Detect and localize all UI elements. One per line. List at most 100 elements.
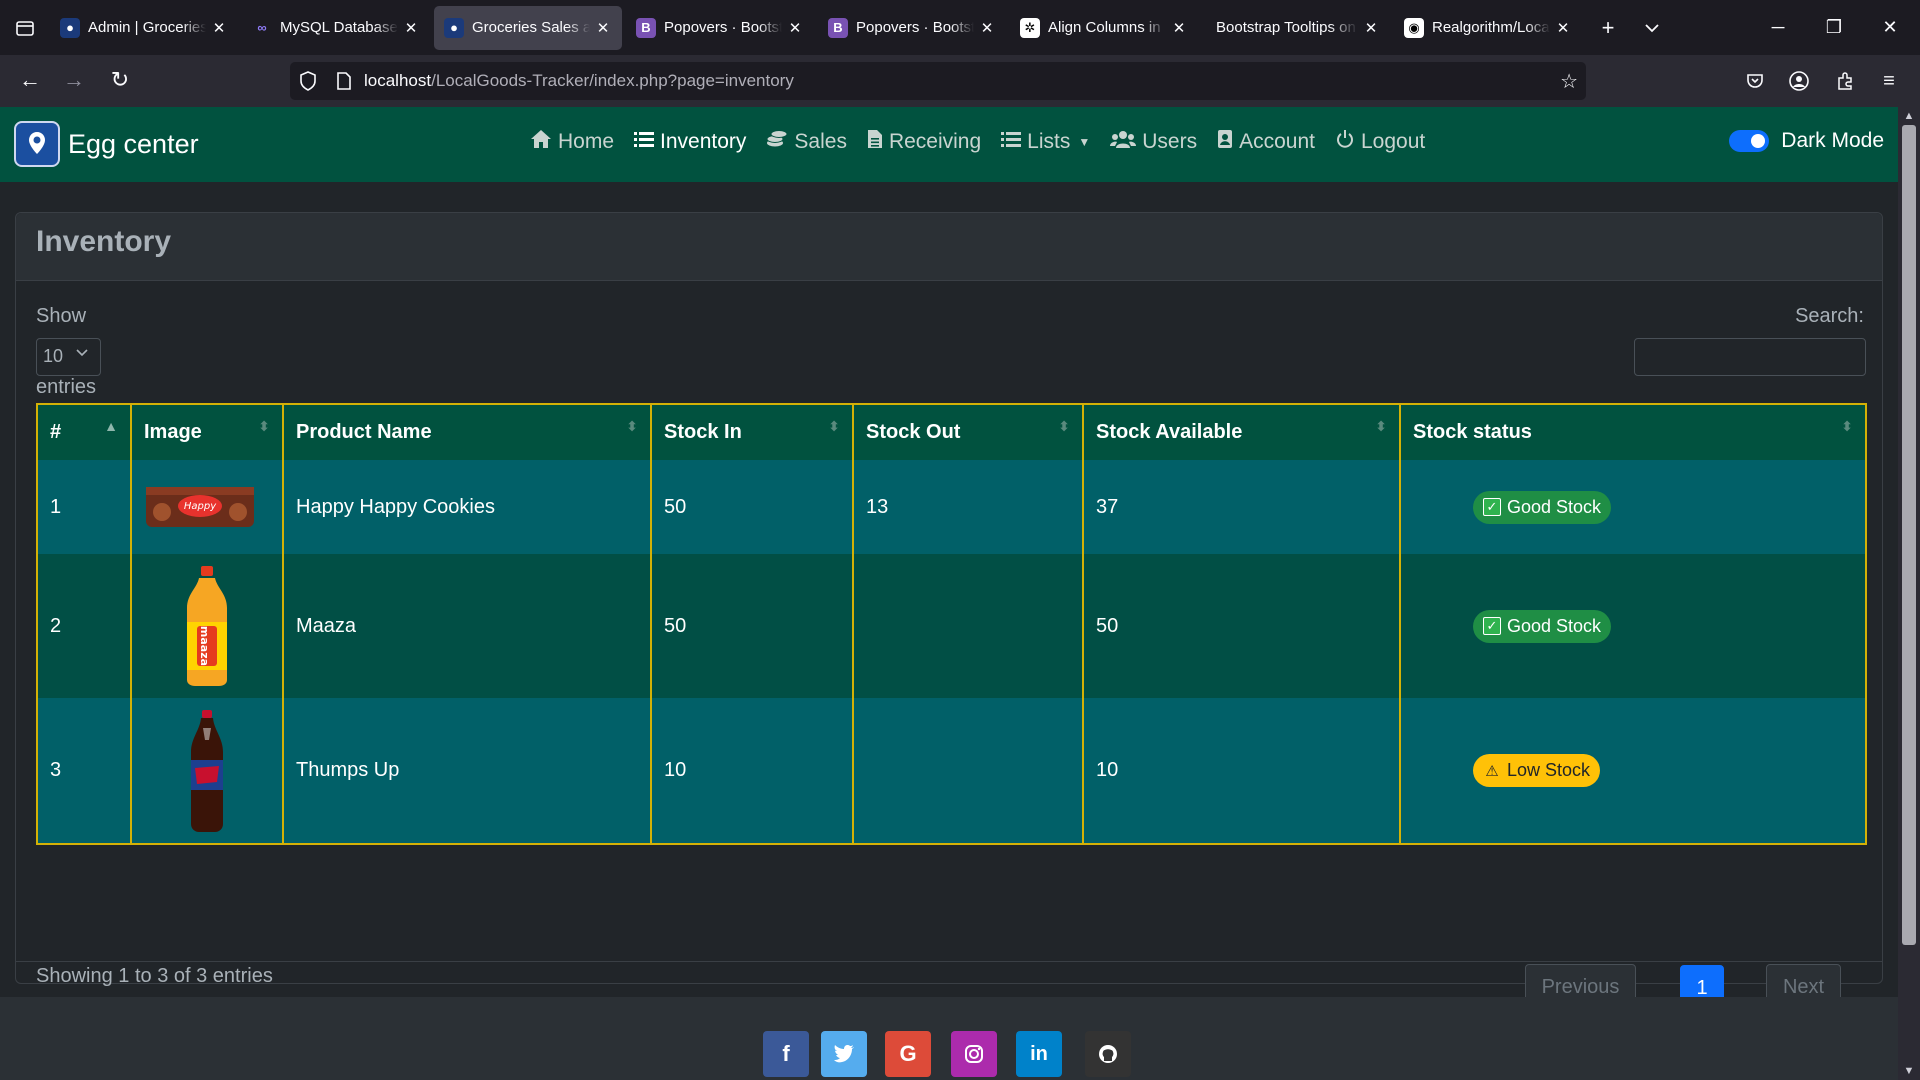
col-header-label: Stock Out	[866, 421, 961, 443]
close-tab-icon[interactable]: ✕	[594, 19, 612, 37]
nav-home-label: Home	[558, 130, 615, 153]
tab-title: Bootstrap Tooltips on	[1216, 19, 1356, 36]
card-footer-divider	[16, 961, 1882, 962]
forward-button[interactable]: →	[52, 58, 96, 102]
close-tab-icon[interactable]: ✕	[978, 19, 996, 37]
back-button[interactable]: ←	[8, 58, 52, 102]
col-header-image[interactable]: Image ⬍	[130, 404, 284, 460]
extensions-icon[interactable]	[1826, 62, 1864, 100]
nav-users[interactable]: Users	[1110, 129, 1197, 155]
browser-tab[interactable]: B Popovers · Bootstrap ✕	[818, 6, 1006, 50]
shield-icon[interactable]	[290, 71, 326, 91]
url-path: /LocalGoods-Tracker/index.php?page=inven…	[431, 71, 794, 90]
caret-down-icon: ▼	[1078, 135, 1091, 149]
search-label: Search:	[1795, 305, 1864, 327]
hamburger-menu-icon[interactable]: ≡	[1870, 62, 1908, 100]
col-header-product-name[interactable]: Product Name ⬍	[282, 404, 652, 460]
search-input[interactable]	[1634, 338, 1866, 376]
browser-tab[interactable]: Bootstrap Tooltips on ✕	[1202, 6, 1390, 50]
browser-tab[interactable]: ◉ Realgorithm/Local ✕	[1394, 6, 1582, 50]
entries-label: entries	[36, 376, 97, 398]
close-tab-icon[interactable]: ✕	[402, 19, 420, 37]
col-header-label: Stock Available	[1096, 421, 1243, 443]
egg-center-logo-icon	[14, 121, 60, 167]
sort-icon: ⬍	[626, 418, 638, 434]
github-icon[interactable]	[1085, 1031, 1131, 1077]
nav-sales-label: Sales	[794, 130, 847, 153]
browser-tab-active[interactable]: ● Groceries Sales and ✕	[434, 5, 622, 50]
bookmark-star-icon[interactable]: ☆	[1560, 69, 1578, 94]
scroll-up-icon[interactable]: ▲	[1898, 107, 1920, 125]
nav-logout[interactable]: Logout	[1335, 129, 1425, 155]
col-header-stock-out[interactable]: Stock Out ⬍	[852, 404, 1084, 460]
list-all-tabs-button[interactable]	[1630, 6, 1674, 50]
egg-center-logo-icon: ●	[444, 17, 464, 38]
tab-title: Popovers · Bootstrap	[856, 19, 974, 36]
col-header-label: #	[50, 421, 62, 443]
reload-icon: ↻	[110, 67, 130, 92]
dark-mode-toggle[interactable]: Dark Mode	[1729, 129, 1884, 153]
nav-sales[interactable]: Sales	[766, 129, 847, 155]
new-tab-button[interactable]: +	[1586, 6, 1630, 50]
minimize-button[interactable]: ─	[1750, 0, 1806, 55]
cell-stock-out: 13	[852, 460, 1084, 554]
url-bar[interactable]: localhost/LocalGoods-Tracker/index.php?p…	[290, 62, 1586, 100]
page-scrollbar[interactable]: ▲ ▼	[1898, 107, 1920, 1080]
bootstrap-icon: B	[828, 17, 848, 38]
nav-lists-dropdown[interactable]: Lists ▼	[1001, 130, 1090, 154]
cell-stock-status: ⚠ Low Stock	[1399, 698, 1867, 844]
close-tab-icon[interactable]: ✕	[1554, 19, 1572, 37]
close-window-button[interactable]: ✕	[1862, 0, 1918, 55]
url-text[interactable]: localhost/LocalGoods-Tracker/index.php?p…	[364, 71, 794, 91]
col-header-stock-status[interactable]: Stock status ⬍	[1399, 404, 1867, 460]
scroll-down-icon[interactable]: ▼	[1898, 1062, 1920, 1080]
status-badge: ✓ Good Stock	[1473, 609, 1612, 643]
col-header-stock-available[interactable]: Stock Available ⬍	[1082, 404, 1401, 460]
maaza-bottle-image: maaza	[187, 566, 227, 686]
page-icon[interactable]	[326, 72, 362, 90]
close-tab-icon[interactable]: ✕	[786, 19, 804, 37]
sort-icon: ⬍	[1375, 418, 1387, 434]
google-icon[interactable]: G	[885, 1031, 931, 1077]
col-header-label: Stock status	[1413, 421, 1532, 443]
col-header-stock-in[interactable]: Stock In ⬍	[650, 404, 854, 460]
cell-stock-available: 10	[1082, 698, 1401, 844]
nav-inventory-label: Inventory	[660, 130, 747, 153]
close-tab-icon[interactable]: ✕	[210, 19, 228, 37]
nav-lists-label: Lists	[1027, 130, 1071, 153]
browser-tab[interactable]: ● Admin | Groceries ✕	[50, 6, 238, 50]
browser-tab[interactable]: ✲ Align Columns in B ✕	[1010, 6, 1198, 50]
dark-mode-switch[interactable]	[1729, 130, 1770, 152]
pocket-icon[interactable]	[1736, 62, 1774, 100]
linkedin-icon[interactable]: in	[1016, 1031, 1062, 1077]
facebook-icon[interactable]: f	[763, 1031, 809, 1077]
cell-image: maaza	[130, 554, 284, 698]
brand-name: Egg center	[68, 128, 199, 159]
file-icon	[867, 129, 883, 155]
table-row: 1 Happy Happy Happy Cookies 50 13 37 ✓ G…	[36, 460, 1867, 554]
nav-account[interactable]: Account	[1217, 129, 1315, 155]
twitter-icon[interactable]	[821, 1031, 867, 1077]
page-length-select[interactable]: 10	[36, 338, 101, 376]
coins-icon	[766, 129, 788, 155]
cell-product-name: Happy Happy Cookies	[282, 460, 652, 554]
nav-receiving[interactable]: Receiving	[867, 129, 981, 155]
page-title: Inventory	[36, 225, 172, 258]
col-header-label: Product Name	[296, 421, 432, 443]
nav-inventory[interactable]: Inventory	[634, 130, 746, 154]
brand[interactable]: Egg center	[14, 121, 199, 167]
instagram-icon[interactable]	[951, 1031, 997, 1077]
infinity-icon: ∞	[257, 20, 267, 35]
close-tab-icon[interactable]: ✕	[1170, 19, 1188, 37]
tab-list-button[interactable]	[0, 0, 50, 55]
col-header-number[interactable]: # ▲	[36, 404, 132, 460]
close-tab-icon[interactable]: ✕	[1362, 19, 1380, 37]
nav-home[interactable]: Home	[530, 129, 614, 155]
scrollbar-thumb[interactable]	[1902, 125, 1916, 945]
reload-button[interactable]: ↻	[98, 58, 142, 102]
account-icon[interactable]	[1780, 62, 1818, 100]
browser-tab[interactable]: ∞ MySQL Databases ✕	[242, 6, 430, 50]
restore-button[interactable]: ❐	[1806, 0, 1862, 55]
plus-icon: +	[1601, 14, 1615, 40]
browser-tab[interactable]: B Popovers · Bootstrap ✕	[626, 6, 814, 50]
